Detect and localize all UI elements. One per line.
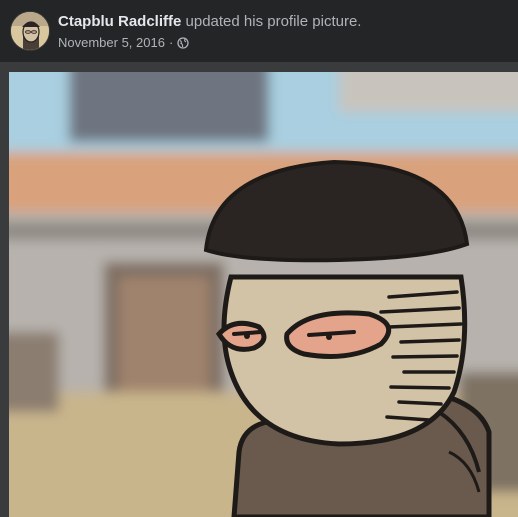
profile-photo-image bbox=[9, 72, 518, 517]
profile-photo[interactable] bbox=[9, 72, 518, 517]
author-name-link[interactable]: Ctapblu Radcliffe bbox=[58, 13, 181, 30]
post-action-text: updated his profile picture. bbox=[181, 13, 362, 30]
avatar-image bbox=[11, 12, 49, 50]
photo-frame bbox=[0, 62, 518, 517]
globe-icon[interactable] bbox=[177, 37, 189, 49]
post-date-link[interactable]: November 5, 2016 bbox=[58, 35, 165, 51]
post-header: Ctapblu Radcliffe updated his profile pi… bbox=[0, 0, 518, 62]
meta-separator: · bbox=[168, 35, 174, 50]
post-title-line: Ctapblu Radcliffe updated his profile pi… bbox=[58, 13, 361, 31]
avatar[interactable] bbox=[10, 11, 50, 51]
post-meta: November 5, 2016 · bbox=[58, 35, 189, 51]
